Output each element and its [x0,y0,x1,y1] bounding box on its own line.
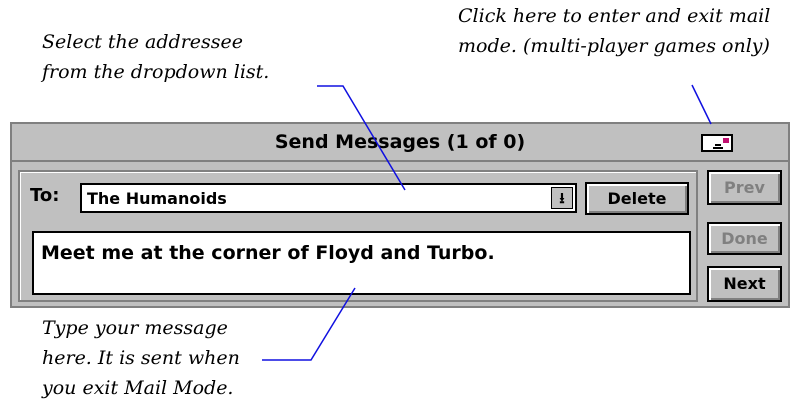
stamp-mark [723,138,729,143]
mail-mode-leader-line [691,84,712,125]
addressee-callout-line1: Select the addressee [42,31,244,53]
mail-mode-callout-line2: mode. (multi-player games only) [458,35,770,57]
addressee-callout-line2: from the dropdown list. [42,61,270,83]
dropdown-arrow-icon[interactable]: ⭳ [551,187,573,209]
done-button[interactable]: Done [707,222,782,255]
message-callout-line3: you exit Mail Mode. [42,377,234,399]
panel-titlebar: Send Messages (1 of 0) [12,124,788,162]
message-callout: Type your message here. It is sent when … [42,313,240,403]
message-group: To: The Humanoids ⭳ Delete Meet me at th… [18,170,698,302]
delete-button[interactable]: Delete [585,182,689,215]
send-messages-panel: Send Messages (1 of 0) To: The Humanoids… [10,122,790,308]
message-callout-line2: here. It is sent when [42,347,240,369]
to-label: To: [30,185,60,206]
panel-title: Send Messages (1 of 0) [274,131,526,153]
mail-mode-callout-line1: Click here to enter and exit mail [458,5,771,27]
message-callout-line1: Type your message [42,317,228,339]
message-input[interactable]: Meet me at the corner of Floyd and Turbo… [32,231,691,295]
address-line [713,147,723,149]
mail-mode-callout: Click here to enter and exit mail mode. … [458,1,770,61]
message-text: Meet me at the corner of Floyd and Turbo… [41,242,495,264]
envelope-icon[interactable] [701,134,733,152]
next-button[interactable]: Next [707,266,782,302]
prev-button[interactable]: Prev [707,170,782,205]
addressee-value: The Humanoids [87,189,227,208]
address-line [715,144,721,146]
addressee-callout: Select the addressee from the dropdown l… [42,27,269,87]
addressee-dropdown[interactable]: The Humanoids ⭳ [80,183,577,213]
